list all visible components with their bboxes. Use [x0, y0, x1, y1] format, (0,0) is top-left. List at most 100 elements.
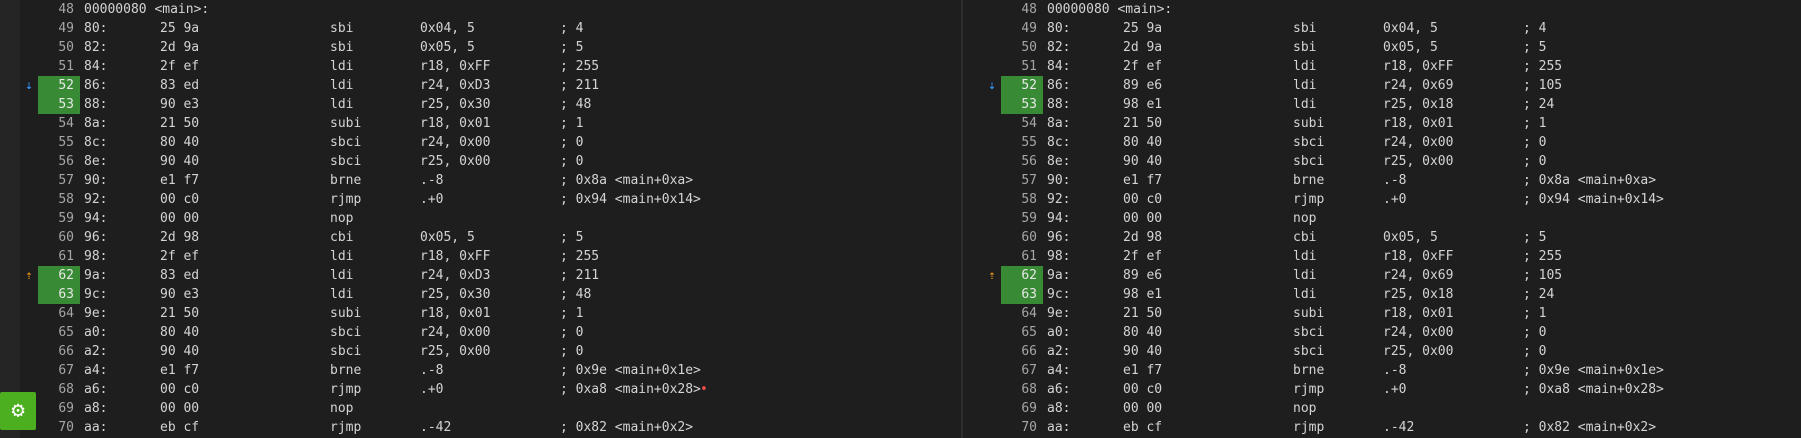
code-segment: ; 0 [560, 344, 584, 359]
code-line: 64 9e: 21 50 subi r18, 0x01 ; 1 [0, 304, 961, 323]
arrow-up-icon[interactable]: ⇡ [985, 266, 999, 285]
code-segment: r18, 0xFF [420, 59, 491, 74]
code-segment: .-8 [420, 173, 444, 188]
code-segment: ; 255 [560, 249, 600, 264]
line-number: 50 [58, 40, 74, 55]
code-segment: subi [330, 306, 362, 321]
code-segment: r24, 0x69 [1383, 78, 1454, 93]
code-segment: 90 40 [1123, 344, 1163, 359]
code-segment: r24, 0x00 [420, 135, 491, 150]
code-segment: 9c: [84, 287, 108, 302]
code-segment: rjmp [330, 382, 362, 397]
code-segment: ; 0 [560, 325, 584, 340]
line-number: 53 [38, 95, 80, 114]
code-segment: sbi [330, 21, 354, 36]
code-segment: ldi [1293, 268, 1317, 283]
line-number: 64 [1021, 306, 1037, 321]
code-segment: r24, 0x00 [1383, 135, 1454, 150]
code-line: 60 96: 2d 98 cbi 0x05, 5 ; 5 [963, 228, 1801, 247]
code-segment: 86: [84, 78, 108, 93]
code-line: 69 a8: 00 00 nop [963, 399, 1801, 418]
line-number: 50 [1021, 40, 1037, 55]
arrow-down-icon[interactable]: ⇣ [22, 76, 36, 95]
code-segment: nop [1293, 401, 1317, 416]
code-segment: ; 255 [1523, 249, 1563, 264]
code-segment: .-42 [420, 420, 452, 435]
code-segment: a2: [84, 344, 108, 359]
code-segment: ldi [1293, 287, 1317, 302]
code-segment: 0x05, 5 [420, 40, 475, 55]
code-segment: ; 0x94 <main+0x14> [560, 192, 701, 207]
line-number: 63 [1001, 285, 1043, 304]
code-segment: ; 0x8a <main+0xa> [560, 173, 694, 188]
code-segment: .-8 [1383, 363, 1407, 378]
arrow-up-icon[interactable]: ⇡ [22, 266, 36, 285]
code-text: 00000080 <main>: [1047, 2, 1173, 17]
code-segment: 8a: [84, 116, 108, 131]
code-segment: a2: [1047, 344, 1071, 359]
line-number: 70 [58, 420, 74, 435]
code-segment: a6: [1047, 382, 1071, 397]
left-diff-pane[interactable]: 48 00000080 <main>: 49 80: 25 9a sbi 0x04, 5 ; … [0, 0, 961, 438]
code-segment: 2f ef [1123, 249, 1163, 264]
code-segment: 8e: [1047, 154, 1071, 169]
code-segment: nop [330, 401, 354, 416]
code-segment: ldi [1293, 78, 1317, 93]
line-number: 54 [1021, 116, 1037, 131]
code-line: 61 98: 2f ef ldi r18, 0xFF ; 255 [963, 247, 1801, 266]
code-segment: 90 e3 [160, 287, 200, 302]
code-segment: r18, 0x01 [420, 306, 491, 321]
code-line: 70 aa: eb cf rjmp .-42 ; 0x82 <main+0x2> [0, 418, 961, 437]
code-segment: sbci [1293, 325, 1325, 340]
arrow-down-icon[interactable]: ⇣ [985, 76, 999, 95]
code-segment: r25, 0x00 [420, 154, 491, 169]
code-segment: ; 4 [560, 21, 584, 36]
line-number: 49 [1021, 21, 1037, 36]
code-segment: 8c: [1047, 135, 1071, 150]
code-segment: r25, 0x30 [420, 287, 491, 302]
code-segment: 00 00 [160, 401, 200, 416]
code-segment: r25, 0x00 [1383, 154, 1454, 169]
settings-button[interactable]: ⚙ [0, 392, 36, 430]
code-segment: ; 105 [1523, 78, 1563, 93]
code-segment: rjmp [330, 192, 362, 207]
code-segment: subi [330, 116, 362, 131]
code-segment: ; 0x82 <main+0x2> [560, 420, 694, 435]
code-segment: rjmp [1293, 192, 1325, 207]
code-segment: 98: [84, 249, 108, 264]
code-segment: ; 0x8a <main+0xa> [1523, 173, 1657, 188]
code-segment: ; 0x9e <main+0x1e> [560, 363, 701, 378]
line-number: 51 [58, 59, 74, 74]
code-segment: aa: [84, 420, 108, 435]
code-segment: e1 f7 [1123, 363, 1163, 378]
code-segment: 90 40 [160, 154, 200, 169]
code-segment: ; 48 [560, 97, 592, 112]
code-segment: brne [330, 363, 362, 378]
code-segment: ; 211 [560, 268, 600, 283]
code-segment: 00 c0 [1123, 382, 1163, 397]
code-line: 56 8e: 90 40 sbci r25, 0x00 ; 0 [0, 152, 961, 171]
code-line: 59 94: 00 00 nop [0, 209, 961, 228]
code-segment: ; 0x82 <main+0x2> [1523, 420, 1657, 435]
code-segment: nop [1293, 211, 1317, 226]
code-segment: ldi [330, 249, 354, 264]
code-line: 50 82: 2d 9a sbi 0x05, 5 ; 5 [963, 38, 1801, 57]
code-segment: ldi [330, 287, 354, 302]
code-segment: r25, 0x00 [420, 344, 491, 359]
code-line: 63 9c: 90 e3 ldi r25, 0x30 ; 48 [0, 285, 961, 304]
code-segment: sbci [330, 325, 362, 340]
code-segment: 80 40 [1123, 135, 1163, 150]
code-line: 70 aa: eb cf rjmp .-42 ; 0x82 <main+0x2> [963, 418, 1801, 437]
code-segment: e1 f7 [160, 363, 200, 378]
code-segment: e1 f7 [1123, 173, 1163, 188]
code-segment: 80 40 [160, 135, 200, 150]
line-number: 52 [38, 76, 80, 95]
code-line: 57 90: e1 f7 brne .-8 ; 0x8a <main+0xa> [0, 171, 961, 190]
code-segment: 86: [1047, 78, 1071, 93]
code-segment: ; 255 [560, 59, 600, 74]
code-segment: a4: [84, 363, 108, 378]
code-line: 51 84: 2f ef ldi r18, 0xFF ; 255 [963, 57, 1801, 76]
code-segment: 92: [84, 192, 108, 207]
right-diff-pane[interactable]: 48 00000080 <main>: 49 80: 25 9a sbi 0x04, 5 ; … [963, 0, 1801, 438]
code-line: 55 8c: 80 40 sbci r24, 0x00 ; 0 [0, 133, 961, 152]
